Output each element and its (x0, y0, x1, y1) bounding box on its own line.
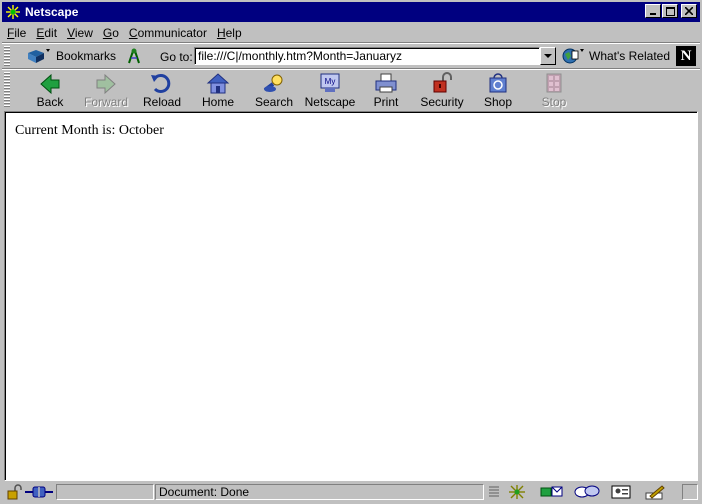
back-label: Back (36, 95, 64, 109)
menu-file[interactable]: File (2, 26, 31, 40)
chevron-down-icon (544, 53, 552, 58)
menu-go-label: o (112, 25, 119, 40)
stop-button[interactable]: Stop (527, 70, 581, 110)
back-button[interactable]: Back (23, 70, 77, 110)
connection-status-icon (25, 486, 53, 498)
close-button[interactable] (681, 4, 697, 18)
shopping-bag-icon (489, 73, 507, 93)
maximize-icon (665, 6, 675, 16)
padlock-open-icon (433, 72, 452, 93)
search-icon (263, 74, 283, 92)
my-badge: My (325, 77, 336, 86)
shop-button[interactable]: Shop (471, 70, 525, 110)
bookmarks-label: Bookmarks (56, 49, 117, 63)
url-history-dropdown[interactable] (540, 47, 556, 65)
mail-component-icon[interactable] (540, 484, 564, 500)
menu-help-label: elp (225, 25, 242, 40)
print-button[interactable]: Print (359, 70, 413, 110)
progress-panel (56, 484, 154, 500)
reload-label: Reload (142, 95, 182, 109)
navigation-toolbar: Back Forward Reload Home Search My Netsc… (2, 70, 700, 110)
security-button[interactable]: Security (415, 70, 469, 110)
close-icon (685, 7, 693, 15)
menu-view[interactable]: View (62, 26, 98, 40)
current-month-text: Current Month is: October (15, 123, 164, 138)
back-arrow-icon (40, 73, 60, 94)
status-text: Document: Done (155, 484, 484, 500)
status-resize-panel (682, 484, 698, 500)
menu-edit-label: dit (44, 25, 58, 40)
print-label: Print (373, 95, 399, 109)
whats-related-icon (562, 48, 584, 64)
forward-label: Forward (83, 95, 128, 109)
menu-communicator-mnemonic: C (128, 25, 138, 40)
page-proxy-icon[interactable] (126, 47, 142, 65)
navigation-toolbar-grip[interactable] (4, 72, 10, 108)
menu-bar: File Edit View Go Communicator Help (2, 23, 700, 42)
newsgroups-component-icon[interactable] (574, 484, 600, 500)
menu-help-mnemonic: H (216, 25, 226, 40)
status-scroll-grip-icon[interactable] (488, 484, 500, 500)
minimize-icon (650, 13, 656, 15)
home-icon (206, 73, 230, 94)
window-title: Netscape (25, 5, 79, 19)
window-controls (644, 4, 697, 18)
my-netscape-icon: My (320, 73, 340, 92)
browser-window: Netscape File Edit View Go Communicator … (0, 0, 702, 504)
reload-button[interactable]: Reload (135, 70, 189, 110)
whats-related-label: What's Related (589, 49, 670, 63)
printer-icon (375, 73, 397, 93)
goto-label: Go to: (160, 50, 193, 64)
menu-file-label: ile (14, 25, 27, 40)
title-bar[interactable]: Netscape (2, 2, 700, 22)
status-bar: Document: Done (2, 483, 700, 502)
stop-label: Stop (541, 95, 567, 109)
my-netscape-label: Netscape (304, 95, 356, 109)
location-toolbar: Bookmarks Go to: file:///C|/monthly.htm?… (2, 44, 700, 68)
menu-communicator[interactable]: Communicator (124, 26, 212, 40)
shop-label: Shop (483, 95, 513, 109)
stop-icon (546, 73, 562, 93)
forward-arrow-icon (96, 73, 116, 94)
minimize-button[interactable] (645, 4, 661, 18)
netscape-app-icon (5, 4, 21, 20)
search-label: Search (254, 95, 294, 109)
whats-related-button[interactable]: What's Related (560, 47, 670, 65)
security-label: Security (420, 95, 464, 109)
home-label: Home (201, 95, 234, 109)
menu-view-label: iew (74, 25, 93, 40)
reload-icon (151, 74, 171, 93)
forward-button[interactable]: Forward (79, 70, 133, 110)
menu-go-mnemonic: G (102, 25, 113, 40)
menu-communicator-label: ommunicator (137, 25, 207, 40)
home-button[interactable]: Home (191, 70, 245, 110)
bookmarks-button[interactable]: Bookmarks (26, 47, 116, 65)
maximize-button[interactable] (662, 4, 678, 18)
menu-view-mnemonic: V (67, 25, 75, 40)
menu-edit[interactable]: Edit (31, 26, 62, 40)
navigator-component-icon[interactable] (506, 484, 528, 500)
netscape-logo[interactable]: N (676, 46, 696, 66)
composer-component-icon[interactable] (644, 484, 666, 500)
security-status-icon[interactable] (6, 484, 22, 500)
address-book-component-icon[interactable] (610, 484, 632, 500)
url-input[interactable]: file:///C|/monthly.htm?Month=Januaryz (194, 47, 540, 65)
menu-help[interactable]: Help (212, 26, 247, 40)
menu-go[interactable]: Go (98, 26, 124, 40)
page-content[interactable]: Current Month is: October (4, 111, 698, 481)
bookmarks-icon (28, 49, 50, 63)
my-netscape-button[interactable]: My Netscape (303, 70, 357, 110)
search-button[interactable]: Search (247, 70, 301, 110)
location-toolbar-grip[interactable] (4, 46, 10, 66)
